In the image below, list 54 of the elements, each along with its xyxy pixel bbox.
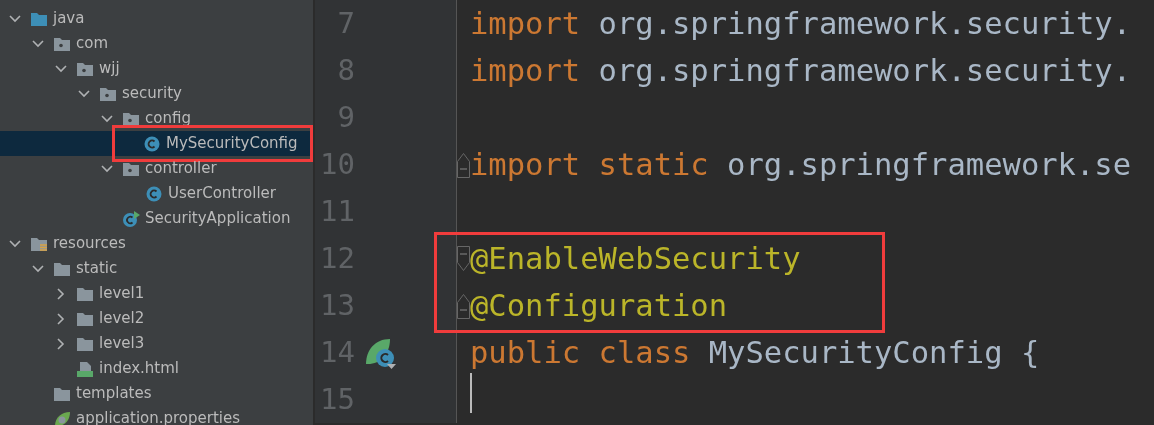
folder-icon [30,10,48,27]
tree-label: level1 [99,283,145,305]
tree-label: SecurityApplication [145,208,291,230]
tree-label: config [145,108,191,130]
code-line: @EnableWebSecurity [470,239,801,278]
tree-item[interactable]: security [0,81,313,106]
tree-item[interactable]: controller [0,156,313,181]
tree-label: level2 [99,308,145,330]
code-line: @Configuration [470,286,728,325]
folder-icon [53,260,71,277]
folder-icon [76,310,94,327]
tree-label: UserController [168,183,276,205]
tree-item[interactable]: level3 [0,331,313,356]
tree-label: templates [76,383,152,405]
package-icon [53,35,71,52]
tree-item[interactable]: wjj [0,56,313,81]
package-icon [122,160,140,177]
tree-item[interactable]: com [0,31,313,56]
tree-label: java [53,8,85,30]
package-icon [122,110,140,127]
package-icon [99,85,117,102]
code-line: public class MySecurityConfig { [470,333,1040,372]
folder-icon [76,285,94,302]
tree-label: index.html [99,358,179,380]
class-icon [145,185,163,202]
tree-item[interactable]: UserController [0,181,313,206]
package-icon [76,60,94,77]
code-line: import static org.springframework.se [470,145,1132,184]
html-file-icon [76,360,94,377]
tree-label: com [76,33,109,55]
tree-item[interactable]: level1 [0,281,313,306]
tree-label: resources [53,233,126,255]
spring-file-icon [53,410,71,425]
code-line: import org.springframework.security. [470,51,1132,90]
tree-item[interactable]: level2 [0,306,313,331]
tree-item[interactable]: static [0,256,313,281]
class-icon [143,135,161,152]
run-class-icon [122,210,140,227]
tree-label: security [122,83,182,105]
tree-label: controller [145,158,217,180]
code-line: import org.springframework.security. [470,4,1132,43]
tree-label: wjj [99,58,120,80]
tree-item[interactable]: resources [0,231,313,256]
tree-label: MySecurityConfig [166,133,298,155]
tree-item[interactable]: SecurityApplication [0,206,313,231]
folder-icon [53,385,71,402]
tree-item[interactable]: index.html [0,356,313,381]
tree-label: static [76,258,118,280]
resources-folder-icon [30,235,48,252]
tree-item[interactable]: java [0,6,313,31]
tree-label: level3 [99,333,145,355]
tree-item[interactable]: config [0,106,313,131]
tree-item[interactable]: templates [0,381,313,406]
folder-icon [76,335,94,352]
